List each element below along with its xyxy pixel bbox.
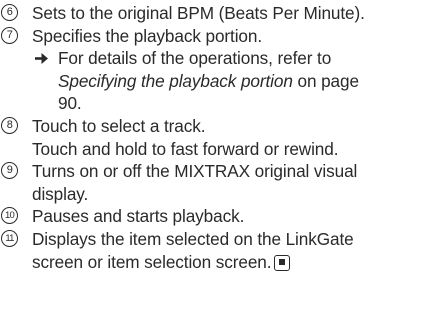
item-11-text: Displays the item selected on the LinkGa… [32,228,354,249]
list-item-10: 10 Pauses and starts playback. [0,205,447,228]
reference-note: For details of the operations, refer to … [32,47,447,115]
item-7-text: Specifies the playback portion. [32,25,263,46]
stop-square-icon [274,254,291,271]
list-item-9: 9 Turns on or off the MIXTRAX original v… [0,160,447,205]
list-item-7: 7 Specifies the playback portion. For de… [0,25,447,115]
circled-number-11: 11 [1,229,18,247]
circled-number-7: 7 [1,26,18,44]
reference-link[interactable]: Specifying the playback portion [58,71,293,91]
circled-number-9: 9 [1,162,18,180]
list-item-6: 6 Sets to the original BPM (Beats Per Mi… [0,2,447,25]
item-10-text: Pauses and starts playback. [32,206,245,227]
item-8-text-2: Touch and hold to fast forward or rewind… [32,138,339,159]
circled-number-6: 6 [1,4,18,21]
list-item-8: 8 Touch to select a track. Touch and hol… [0,115,447,160]
item-11-text-2: screen or item selection screen. [32,251,272,272]
item-8-text: Touch to select a track. [32,115,206,136]
reference-suffix: on page [292,70,359,91]
reference-page: 90. [58,93,82,114]
circled-number-10: 10 [1,207,18,225]
reference-prefix: For details of the operations, refer to [58,48,332,69]
circled-number-8: 8 [1,116,18,134]
item-6-text: Sets to the original BPM (Beats Per Minu… [32,3,365,23]
item-9-text: Turns on or off the MIXTRAX original vis… [32,161,358,182]
item-9-text-2: display. [32,183,89,204]
manual-page: 6 Sets to the original BPM (Beats Per Mi… [0,0,447,334]
right-arrow-reference-icon [35,53,48,65]
list-item-11: 11 Displays the item selected on the Lin… [0,228,447,273]
